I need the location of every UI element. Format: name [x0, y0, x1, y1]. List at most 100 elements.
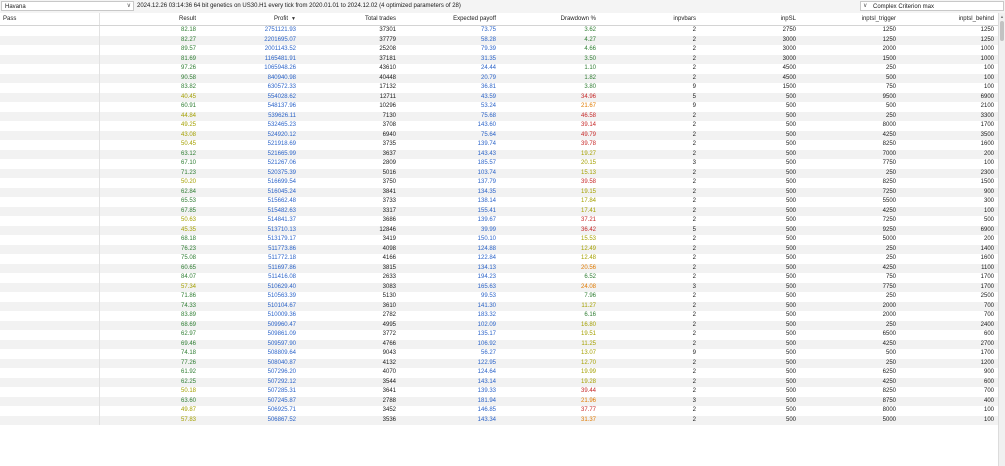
table-row[interactable]: 50.45 521918.69 3735 139.74 39.78 2 500 8250 160…: [0, 140, 998, 150]
table-row[interactable]: 77.26 508040.87 4132 122.95 12.70 2 500 250 1200: [0, 358, 998, 368]
table-cell-expected-payoff: 143.14: [477, 378, 496, 385]
table-row[interactable]: 60.91 548137.96 10296 53.24 21.67 9 500 500 2100: [0, 102, 998, 112]
table-cell-expected-payoff: 155.41: [477, 207, 496, 214]
column-header-inpsl[interactable]: inpSL: [700, 13, 800, 25]
table-row[interactable]: 50.20 516699.54 3750 137.79 39.58 2 500 8250 150…: [0, 178, 998, 188]
table-cell-expected-payoff: 124.64: [477, 369, 496, 375]
table-cell-pass: [0, 415, 100, 425]
column-header-profit[interactable]: Profit ▼: [200, 13, 300, 25]
table-cell-result: 49.87: [180, 407, 196, 413]
table-row[interactable]: 67.10 521267.06 2809 185.57 20.15 3 500 7750 100: [0, 159, 998, 169]
table-cell-expected-payoff: 31.35: [480, 55, 496, 62]
table-cell-inptsl-trigger: 7750: [882, 160, 896, 166]
table-row[interactable]: 74.18 508809.64 9043 56.27 13.07 9 500 500 1700: [0, 349, 998, 359]
table-row[interactable]: 68.69 509960.47 4995 102.09 16.80 2 500 250 2400: [0, 320, 998, 330]
table-cell-result: 71.23: [180, 169, 196, 176]
table-row[interactable]: 71.23 520375.39 5016 103.74 15.13 2 500 250 2300: [0, 168, 998, 178]
table-cell-inptsl-trigger: 1250: [882, 36, 896, 43]
symbol-select[interactable]: Havana ∨: [1, 1, 134, 11]
criterion-select[interactable]: ∨ Complex Criterion max: [860, 1, 1004, 11]
table-cell-inptsl-trigger: 250: [885, 321, 896, 328]
table-cell-inpsl: 500: [785, 340, 796, 347]
table-cell-expected-payoff: 43.59: [480, 93, 496, 100]
table-cell-pass: [0, 282, 100, 292]
table-row[interactable]: 60.65 511697.86 3815 134.13 20.56 2 500 4250 110…: [0, 263, 998, 273]
table-row[interactable]: 75.08 511772.18 4166 122.84 12.48 2 500 250 1600: [0, 254, 998, 264]
table-row[interactable]: 49.25 532465.23 3708 143.60 39.14 2 500 8000 170…: [0, 121, 998, 131]
table-cell-profit: 508040.87: [267, 359, 296, 366]
table-row[interactable]: 83.89 510009.36 2782 183.32 6.16 2 500 2000 700: [0, 311, 998, 321]
column-header-inptsl-behind[interactable]: inptsl_behind: [900, 13, 998, 25]
table-cell-result: 67.85: [180, 207, 196, 214]
table-row[interactable]: 81.69 1165481.91 37181 31.35 3.50 2 3000 1500 10…: [0, 54, 998, 64]
table-cell-inpvbars: 2: [692, 264, 696, 271]
table-row[interactable]: 65.53 515662.48 3733 138.14 17.84 2 500 5500 300: [0, 197, 998, 207]
table-row[interactable]: 71.86 510563.39 5130 99.53 7.96 2 500 250 2500: [0, 292, 998, 302]
table-row[interactable]: 40.45 554028.62 12711 43.59 34.96 5 500 9500 690…: [0, 92, 998, 102]
results-table: Pass Result Profit ▼ Total trades Expecte…: [0, 13, 998, 425]
table-row[interactable]: 45.35 513710.13 12846 39.99 36.42 5 500 9250 690…: [0, 225, 998, 235]
scroll-up-arrow-icon[interactable]: ▲: [999, 13, 1005, 20]
table-row[interactable]: 62.25 507292.12 3544 143.14 19.28 2 500 4250 600: [0, 377, 998, 387]
table-row[interactable]: 82.27 2201695.07 37779 58.28 4.27 2 3000 1250 12…: [0, 35, 998, 45]
table-row[interactable]: 90.58 840940.98 40448 20.79 1.82 2 4500 500 100: [0, 73, 998, 83]
table-row[interactable]: 50.63 514841.37 3686 139.67 37.21 2 500 7250 500: [0, 216, 998, 226]
table-row[interactable]: 57.83 506867.52 3536 143.34 31.37 2 500 5000 100: [0, 415, 998, 425]
table-row[interactable]: 97.26 1065948.26 43610 24.44 1.10 2 4500 250 100: [0, 64, 998, 74]
table-cell-profit: 507245.87: [267, 397, 296, 404]
table-row[interactable]: 82.18 2751121.93 37301 73.75 3.62 2 2750 1250 12…: [0, 26, 998, 36]
table-row[interactable]: 83.82 630572.33 17132 36.81 3.80 9 1500 750 100: [0, 83, 998, 93]
table-row[interactable]: 50.18 507285.31 3641 139.33 39.44 2 500 8250 700: [0, 387, 998, 397]
column-header-total-trades[interactable]: Total trades: [300, 13, 400, 25]
column-header-drawdown[interactable]: Drawdown %: [500, 13, 600, 25]
table-cell-result: 67.10: [180, 160, 196, 166]
column-header-inptsl-trigger[interactable]: inptsl_trigger: [800, 13, 900, 25]
table-cell-inpsl: 500: [785, 226, 796, 233]
table-cell-inpvbars: 2: [692, 112, 696, 119]
table-row[interactable]: 61.92 507296.20 4070 124.64 19.99 2 500 6250 900: [0, 368, 998, 378]
table-cell-total-trades: 17132: [379, 84, 396, 90]
table-row[interactable]: 74.33 510104.67 3610 141.30 11.27 2 500 2000 700: [0, 301, 998, 311]
table-cell-result: 76.23: [180, 245, 196, 252]
table-row[interactable]: 62.97 509861.09 3772 135.17 19.51 2 500 6500 600: [0, 330, 998, 340]
table-cell-inpsl: 500: [785, 369, 796, 375]
table-cell-pass: [0, 111, 100, 121]
table-cell-drawdown: 17.41: [580, 207, 596, 214]
chevron-down-icon: ∨: [126, 3, 131, 9]
table-cell-inpvbars: 2: [692, 141, 696, 147]
table-cell-profit: 511773.86: [268, 245, 296, 252]
vertical-scrollbar[interactable]: ▲: [998, 13, 1005, 466]
table-row[interactable]: 44.84 539626.11 7130 75.68 46.58 2 500 250 3300: [0, 111, 998, 121]
table-cell-expected-payoff: 75.64: [480, 131, 496, 138]
table-row[interactable]: 62.84 516045.24 3841 134.35 19.15 2 500 7250 900: [0, 187, 998, 197]
table-cell-inpsl: 500: [785, 160, 796, 166]
table-cell-inptsl-behind: 300: [983, 198, 994, 204]
table-cell-inptsl-behind: 1100: [981, 264, 994, 271]
table-cell-result: 75.08: [180, 255, 196, 261]
table-cell-pass: [0, 45, 100, 55]
table-cell-drawdown: 3.62: [584, 27, 596, 33]
table-cell-inptsl-trigger: 500: [885, 350, 896, 356]
table-row[interactable]: 84.07 511416.08 2633 194.23 6.52 2 500 750 1700: [0, 273, 998, 283]
table-row[interactable]: 43.08 524920.12 6940 75.64 49.79 2 500 4250 3500: [0, 130, 998, 140]
table-row[interactable]: 67.85 515482.63 3317 155.41 17.41 2 500 4250 100: [0, 206, 998, 216]
table-row[interactable]: 49.87 506925.71 3452 146.85 37.77 2 500 8000 100: [0, 406, 998, 416]
table-cell-inpvbars: 2: [692, 27, 696, 33]
table-row[interactable]: 63.60 507245.87 2788 181.94 21.96 3 500 8750 400: [0, 396, 998, 406]
column-header-inpvbars[interactable]: inpvbars: [600, 13, 700, 25]
column-header-expected-payoff[interactable]: Expected payoff: [400, 13, 500, 25]
table-row[interactable]: 68.18 513179.17 3419 150.10 15.53 2 500 5000 200: [0, 235, 998, 245]
table-row[interactable]: 63.12 521665.99 3637 143.43 19.27 2 500 7000 200: [0, 149, 998, 159]
column-header-pass[interactable]: Pass: [0, 13, 100, 25]
table-cell-pass: [0, 140, 100, 150]
table-row[interactable]: 57.34 510629.40 3083 165.63 24.08 3 500 7750 170…: [0, 282, 998, 292]
scroll-thumb[interactable]: [1000, 21, 1004, 41]
table-row[interactable]: 89.57 2001143.52 25208 79.39 4.66 2 3000 2000 10…: [0, 45, 998, 55]
table-cell-profit: 508809.64: [267, 350, 296, 356]
column-header-result[interactable]: Result: [100, 13, 200, 25]
table-cell-total-trades: 3686: [382, 217, 396, 223]
table-row[interactable]: 76.23 511773.86 4098 124.88 12.49 2 500 250 1400: [0, 244, 998, 254]
table-row[interactable]: 69.46 509597.90 4766 106.92 11.25 2 500 4250 270…: [0, 339, 998, 349]
table-cell-pass: [0, 273, 100, 283]
table-cell-inpsl: 500: [785, 169, 796, 176]
